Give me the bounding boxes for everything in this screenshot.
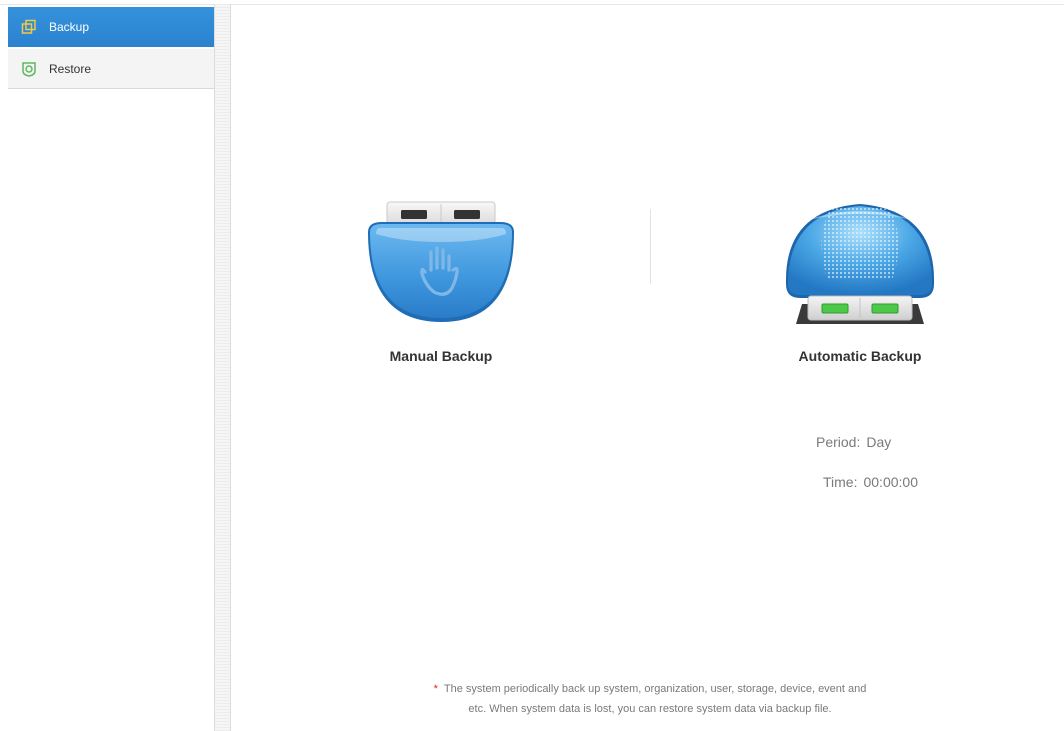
sidebar: Backup Restore [0, 0, 214, 731]
main-top-divider [231, 4, 1064, 5]
sidebar-item-restore[interactable]: Restore [8, 49, 214, 89]
period-label: Period: [816, 434, 861, 450]
vertical-divider [650, 209, 651, 284]
sidebar-item-label: Backup [49, 20, 90, 34]
automatic-backup-button[interactable]: Automatic Backup [780, 200, 940, 364]
time-value: 00:00:00 [863, 474, 918, 490]
restore-icon [21, 61, 37, 77]
time-label: Time: [823, 474, 858, 490]
usb-auto-icon [785, 204, 935, 324]
period-row: Period: Day [816, 434, 891, 450]
manual-backup-title: Manual Backup [389, 348, 493, 364]
note-line-1: * The system periodically back up system,… [380, 679, 920, 699]
sidebar-item-label: Restore [49, 61, 92, 76]
required-star: * [433, 683, 438, 695]
note-line-2: etc. When system data is lost, you can r… [468, 703, 832, 715]
automatic-backup-title: Automatic Backup [798, 348, 922, 364]
period-value: Day [866, 434, 892, 450]
manual-backup-button[interactable]: Manual Backup [360, 198, 522, 364]
panel-splitter[interactable] [214, 4, 231, 731]
time-row: Time: 00:00:00 [823, 474, 918, 490]
copy-icon [21, 19, 37, 35]
usb-hand-icon [368, 201, 514, 322]
note-text-1: The system periodically back up system, … [443, 683, 867, 695]
backup-note: * The system periodically back up system,… [380, 679, 920, 719]
sidebar-item-backup[interactable]: Backup [8, 7, 214, 47]
sidebar-top-divider [0, 4, 214, 5]
